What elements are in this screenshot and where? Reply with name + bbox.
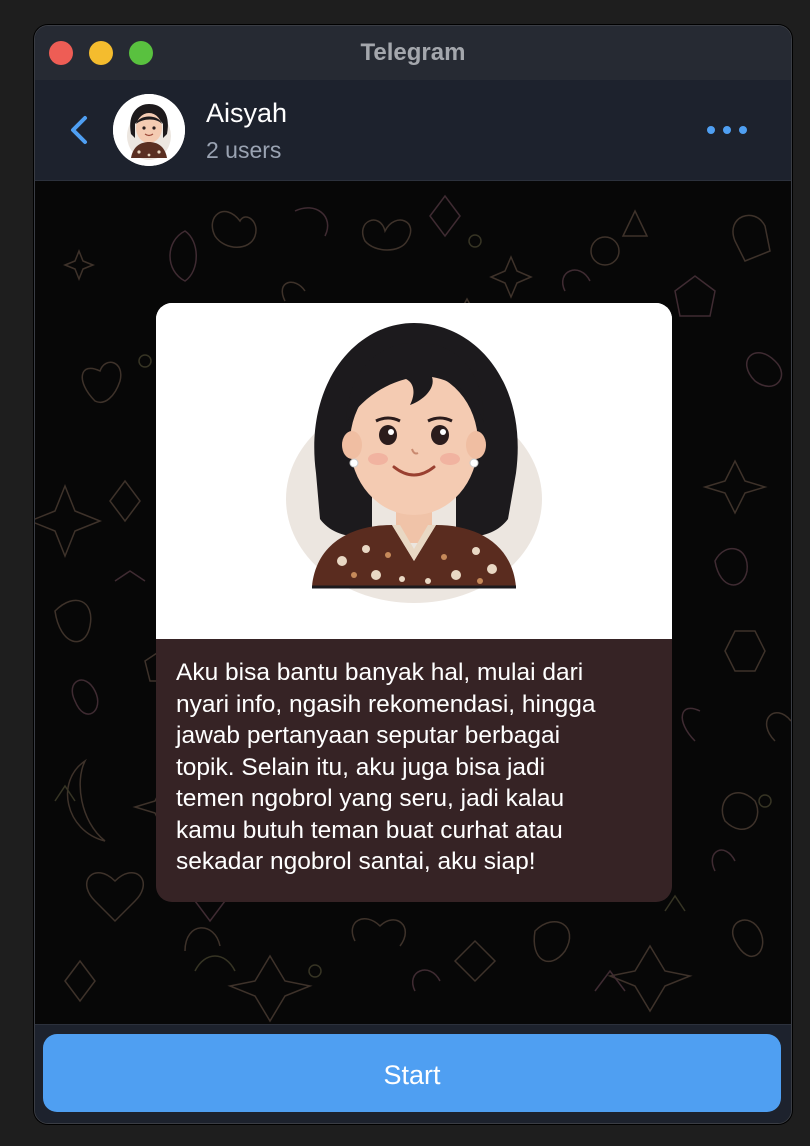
avatar-illustration-image: [156, 303, 672, 639]
chevron-left-icon: [71, 116, 87, 144]
title-bar: Telegram: [35, 26, 791, 80]
window-title: Telegram: [360, 39, 466, 66]
avatar[interactable]: [113, 94, 185, 166]
avatar-girl-icon: [113, 94, 185, 166]
start-button[interactable]: Start: [43, 1034, 781, 1112]
chat-name[interactable]: Aisyah: [206, 98, 287, 129]
chat-header: Aisyah 2 users: [35, 80, 791, 181]
more-horizontal-icon: [707, 126, 747, 134]
message-bubble[interactable]: Aku bisa bantu banyak hal, mulai dari ny…: [156, 303, 672, 902]
message-text: Aku bisa bantu banyak hal, mulai dari ny…: [176, 659, 596, 875]
chat-background: Aku bisa bantu banyak hal, mulai dari ny…: [35, 181, 791, 1024]
bottom-bar: Start: [35, 1024, 791, 1123]
back-button[interactable]: [65, 110, 95, 150]
message-image[interactable]: [156, 303, 672, 639]
telegram-window: Telegram Aisyah 2 users Aku bisa bantu b…: [34, 25, 792, 1124]
chat-member-count: 2 users: [206, 137, 282, 163]
more-options-button[interactable]: [703, 118, 753, 142]
